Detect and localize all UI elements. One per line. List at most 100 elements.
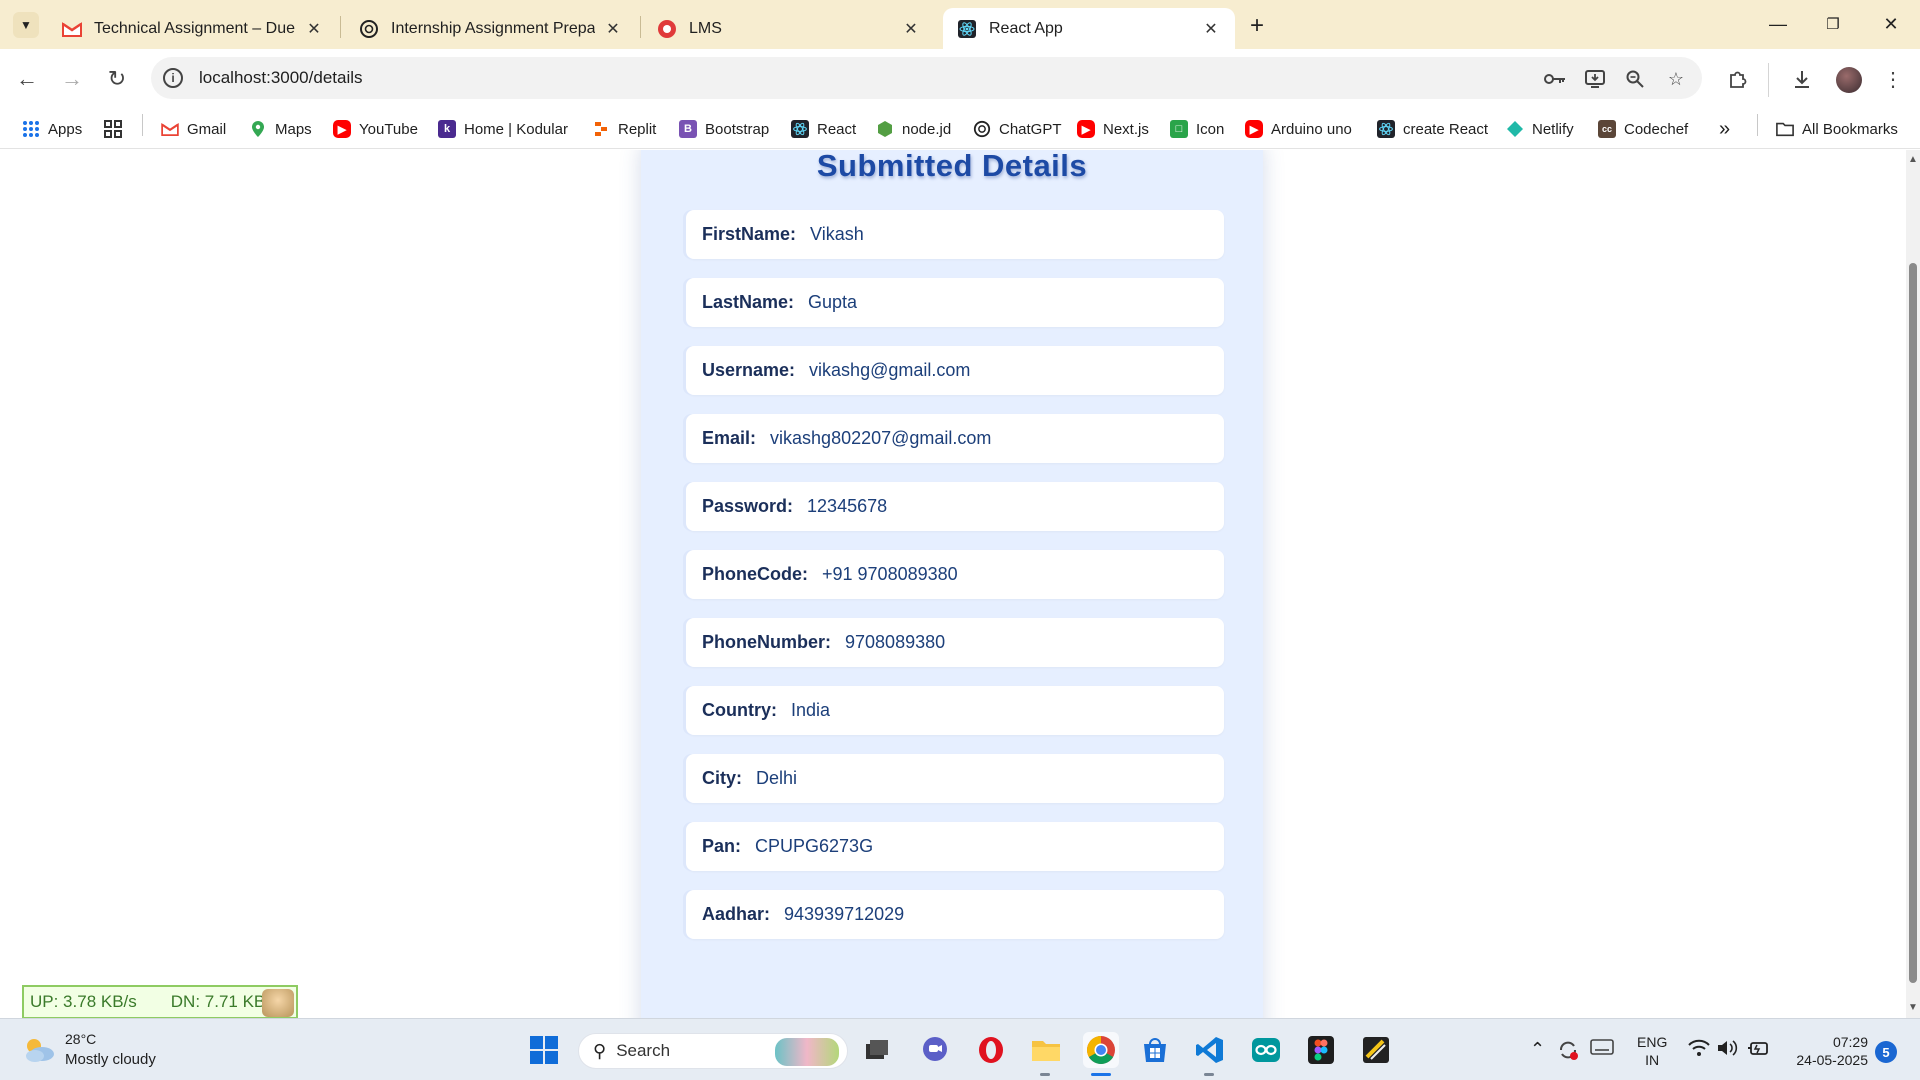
figma-icon [1308,1036,1334,1064]
bookmark-nextjs[interactable]: ▶ Next.js [1077,115,1149,143]
taskbar-app-utility[interactable] [1358,1032,1394,1068]
input-language-indicator[interactable]: ENG IN [1637,1033,1667,1069]
close-icon[interactable]: ✕ [901,19,921,39]
kodular-icon: k [438,120,456,138]
battery-icon[interactable] [1746,1039,1770,1062]
profile-avatar[interactable] [1836,67,1862,93]
tab-groups-icon [104,120,122,138]
back-button[interactable]: ← [11,63,43,95]
taskbar-app-opera[interactable] [973,1032,1009,1068]
sync-update-icon[interactable] [1557,1039,1579,1066]
bootstrap-icon: B [679,120,697,138]
system-clock[interactable]: 07:29 24-05-2025 [1786,1033,1868,1069]
bookmark-codechef[interactable]: cc Codechef [1598,115,1688,143]
scroll-down-arrow-icon[interactable]: ▼ [1908,1002,1918,1013]
close-icon[interactable]: ✕ [603,19,623,39]
taskbar-app-vscode[interactable] [1192,1032,1228,1068]
bookmark-label: ChatGPT [999,120,1062,138]
bookmark-nodejs[interactable]: node.jd [876,115,951,143]
bookmark-label: Netlify [1532,120,1574,138]
taskbar-app-chrome[interactable] [1083,1032,1119,1068]
new-tab-button[interactable]: + [1244,12,1270,39]
netlify-icon [1506,120,1524,138]
bookmark-label: Icon [1196,120,1225,138]
vertical-scrollbar[interactable]: ▲ ▼ [1906,150,1920,1018]
maps-icon [249,120,267,138]
taskbar-app-arduino[interactable] [1248,1032,1284,1068]
downloads-button[interactable] [1786,63,1818,95]
taskbar-app-chat[interactable] [917,1032,953,1068]
close-icon[interactable]: ✕ [1201,19,1221,39]
start-button[interactable] [526,1032,562,1068]
bookmark-icon-site[interactable]: □ Icon [1170,115,1224,143]
address-bar[interactable]: i localhost:3000/details ☆ [151,57,1702,99]
bookmarks-overflow-button[interactable]: » [1719,115,1730,143]
install-app-icon[interactable] [1583,67,1607,91]
bookmark-gmail[interactable]: Gmail [161,115,226,143]
bookmark-bootstrap[interactable]: B Bootstrap [679,115,769,143]
taskbar-app-figma[interactable] [1303,1032,1339,1068]
folder-icon [1032,1041,1060,1061]
bookmark-replit[interactable]: Replit [592,115,656,143]
all-bookmarks-button[interactable]: All Bookmarks [1776,115,1898,143]
browser-toolbar: ← → ↻ i localhost:3000/details ☆ ⋮ [0,49,1920,109]
bookmark-label: Replit [618,120,657,138]
task-view-button[interactable] [859,1032,895,1068]
minimize-button[interactable]: — [1758,10,1798,38]
url-text[interactable]: localhost:3000/details [199,68,363,88]
search-label: Search [616,1041,671,1060]
bookmark-tab-groups[interactable] [104,115,130,143]
taskbar-app-store[interactable] [1137,1032,1173,1068]
close-window-button[interactable]: ✕ [1871,10,1911,38]
detail-label: LastName: [702,292,795,312]
page-viewport: Submitted Details FirstName: Vikash Last… [0,150,1906,1018]
youtube-icon: ▶ [1077,120,1095,138]
tab-search-button[interactable]: ▼ [13,12,39,38]
bookmark-netlify[interactable]: Netlify [1506,115,1574,143]
bookmark-chatgpt[interactable]: ChatGPT [973,115,1062,143]
forward-button[interactable]: → [56,63,88,95]
bookmark-kodular[interactable]: k Home | Kodular [438,115,568,143]
tab-gmail[interactable]: Technical Assignment – Due by ✕ [48,8,338,49]
close-icon[interactable]: ✕ [304,19,324,39]
extensions-button[interactable] [1722,63,1754,95]
bookmark-star-icon[interactable]: ☆ [1664,67,1688,91]
show-hidden-icons-chevron-up-icon[interactable]: ⌃ [1530,1039,1545,1060]
lms-icon [657,19,677,39]
menu-button[interactable]: ⋮ [1877,63,1909,95]
bookmark-arduino[interactable]: ▶ Arduino uno [1245,115,1352,143]
tab-lms[interactable]: LMS ✕ [643,8,935,49]
bookmark-label: Apps [48,120,83,138]
react-icon [957,19,977,39]
bookmark-apps[interactable]: Apps [22,115,82,143]
detail-value: Gupta [808,292,858,312]
scrollbar-thumb[interactable] [1909,263,1917,983]
apps-grid-icon [22,120,40,138]
bookmark-label: Codechef [1624,120,1689,138]
reload-button[interactable]: ↻ [101,63,133,95]
bookmark-maps[interactable]: Maps [249,115,312,143]
toolbar-divider [1768,63,1769,97]
wifi-icon[interactable] [1688,1039,1710,1062]
restore-button[interactable]: ❐ [1813,10,1853,38]
bookmark-react[interactable]: React [791,115,856,143]
bookmark-label: YouTube [359,120,418,138]
site-info-icon[interactable]: i [163,68,183,88]
taskbar-app-file-explorer[interactable] [1028,1032,1064,1068]
zoom-icon[interactable] [1623,67,1647,91]
detail-label: PhoneNumber: [702,632,832,652]
scroll-up-arrow-icon[interactable]: ▲ [1908,154,1918,165]
detail-value: 9708089380 [845,632,946,652]
password-key-icon[interactable] [1543,67,1567,91]
notification-badge[interactable]: 5 [1875,1041,1897,1063]
tab-internship[interactable]: Internship Assignment Preparat ✕ [345,8,637,49]
bookmark-create-react[interactable]: create React [1377,115,1488,143]
bookmark-label: All Bookmarks [1802,120,1898,138]
taskbar-search[interactable]: ⚲ Search [578,1033,848,1069]
detail-value: Vikash [810,224,864,244]
volume-icon[interactable] [1716,1039,1738,1062]
bookmark-youtube[interactable]: ▶ YouTube [333,115,418,143]
tab-react-app[interactable]: React App ✕ [943,8,1235,49]
detail-row-country: Country: India [686,686,1224,735]
keyboard-icon[interactable] [1590,1039,1614,1060]
